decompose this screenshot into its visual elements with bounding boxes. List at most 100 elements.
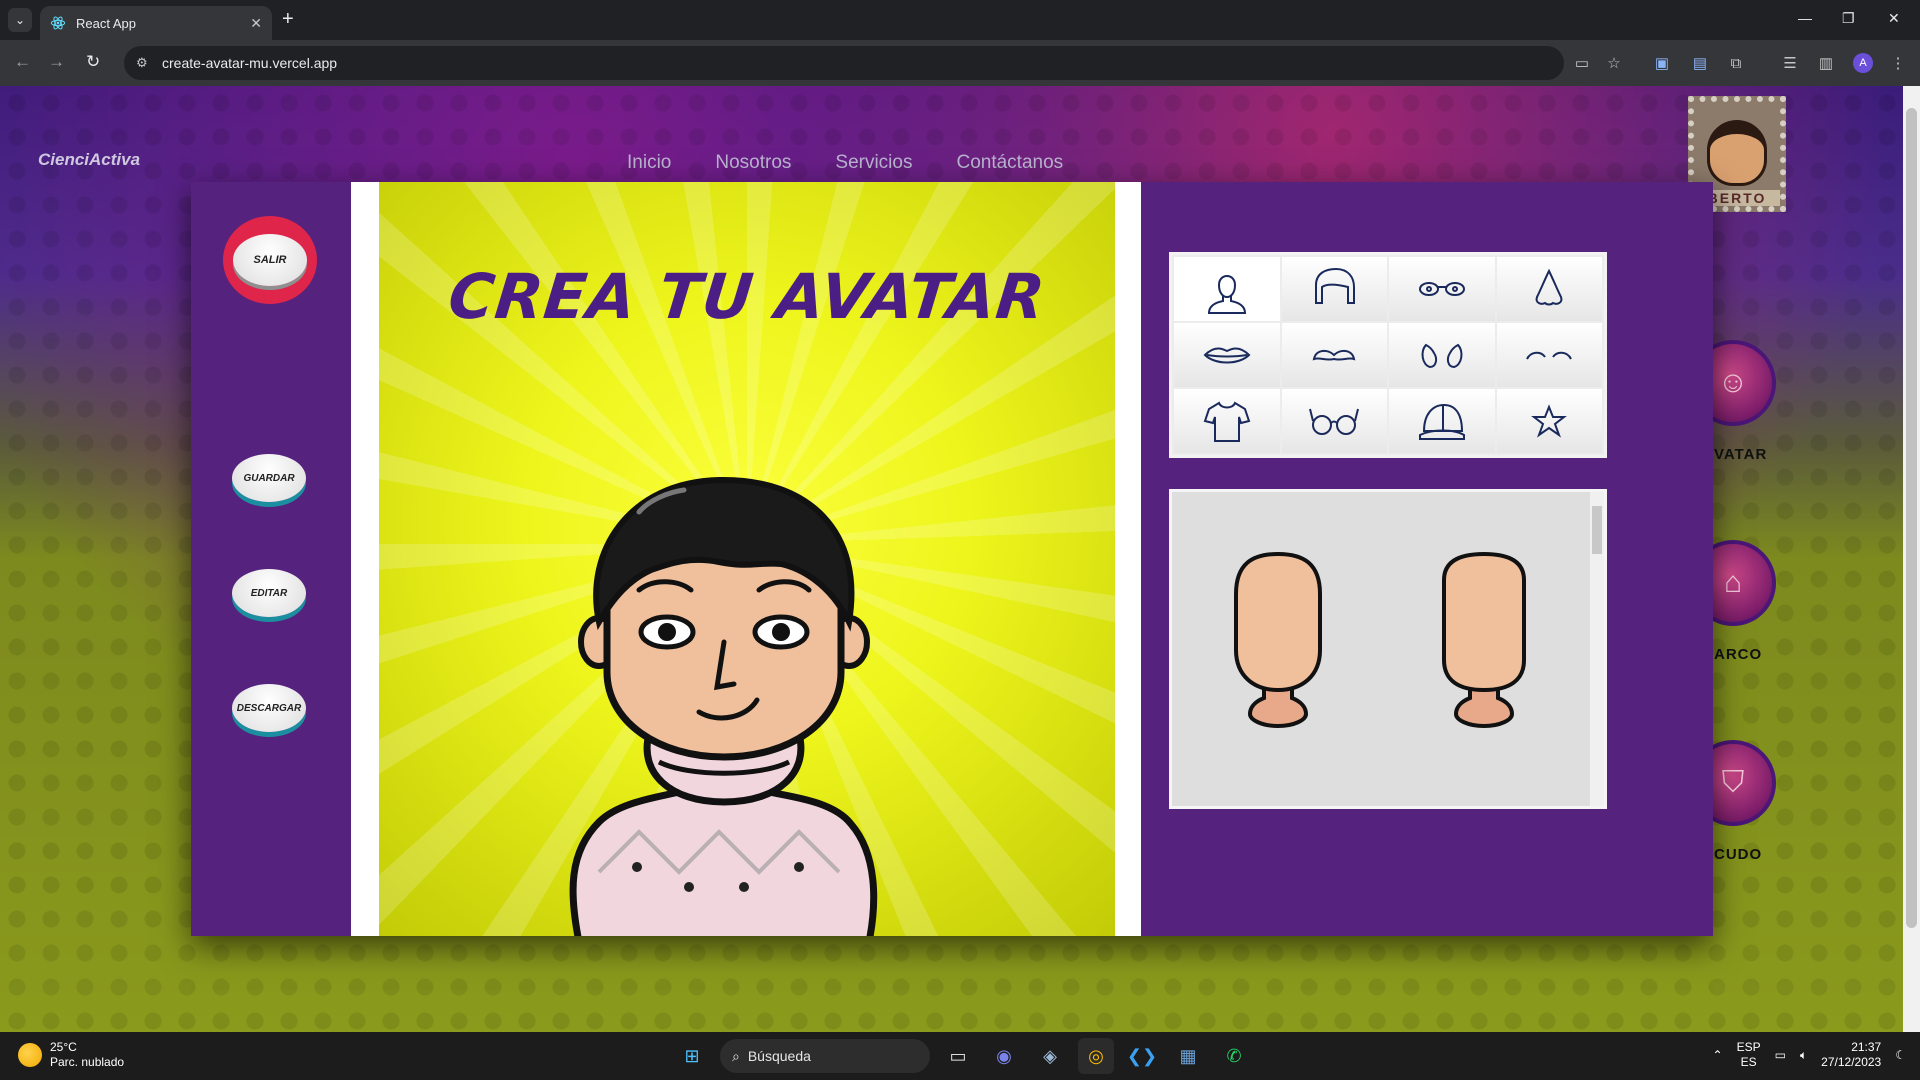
browser-toolbar: ← → ↻ ⚙ create-avatar-mu.vercel.app ▭ ☆ … — [0, 40, 1920, 86]
network-icon[interactable]: ▭ — [1775, 1048, 1786, 1062]
options-scroll-thumb[interactable] — [1592, 506, 1602, 554]
new-tab-button[interactable]: + — [282, 9, 294, 29]
clock-time: 21:37 — [1851, 1040, 1882, 1054]
category-nose[interactable] — [1496, 257, 1602, 321]
category-ears[interactable] — [1389, 323, 1495, 387]
tray-chevron-up-icon[interactable]: ⌃ — [1713, 1048, 1723, 1062]
whatsapp-icon[interactable]: ✆ — [1216, 1038, 1252, 1074]
mouth-icon — [1203, 347, 1251, 364]
category-eyes[interactable] — [1389, 257, 1495, 321]
category-face[interactable] — [1174, 257, 1280, 321]
page-scrollbar[interactable] — [1903, 86, 1920, 1032]
install-app-icon[interactable]: ▭ — [1572, 53, 1592, 73]
chrome-icon[interactable]: ◎ — [1078, 1038, 1114, 1074]
tab-strip: ⌄ React App ✕ + — ❐ ✕ — [0, 0, 1920, 40]
user-icon: ☺ — [1717, 366, 1749, 399]
category-eyebrows[interactable] — [1496, 323, 1602, 387]
translate-extension-icon[interactable]: ▣ — [1652, 53, 1672, 73]
site-info-icon[interactable]: ⚙ — [136, 55, 152, 71]
glasses-icon — [1309, 408, 1360, 435]
minimize-icon[interactable]: — — [1798, 10, 1812, 26]
options-scrollbar[interactable] — [1590, 492, 1604, 806]
avatar-stage: CREA TU AVATAR — [351, 182, 1141, 936]
language-code: ESP — [1736, 1040, 1761, 1054]
browser-tab[interactable]: React App ✕ — [40, 6, 272, 40]
nav-nosotros[interactable]: Nosotros — [715, 152, 791, 174]
face-shape-icon — [1207, 275, 1246, 314]
side-panel-icon[interactable]: ▥ — [1816, 53, 1836, 73]
eyes-icon — [1418, 282, 1465, 296]
volume-icon[interactable]: 🔈︎ — [1800, 1048, 1807, 1063]
guardar-button[interactable]: GUARDAR — [232, 454, 306, 502]
mustache-icon — [1312, 349, 1356, 361]
weather-widget[interactable]: 25°C Parc. nublado — [18, 1040, 124, 1070]
site-logo[interactable]: CienciActiva — [38, 150, 140, 170]
nav-servicios[interactable]: Servicios — [835, 152, 912, 174]
category-cap[interactable] — [1389, 389, 1495, 453]
face-option-oval[interactable] — [1232, 550, 1324, 728]
profile-avatar[interactable]: A — [1853, 53, 1873, 73]
forward-icon[interactable]: → — [48, 52, 65, 72]
weather-description: Parc. nublado — [50, 1055, 125, 1069]
url-text: create-avatar-mu.vercel.app — [162, 55, 338, 71]
back-icon[interactable]: ← — [14, 52, 31, 72]
teams-icon[interactable]: ◉ — [986, 1038, 1022, 1074]
bookmark-star-icon[interactable]: ☆ — [1604, 53, 1624, 73]
category-hair[interactable] — [1281, 257, 1387, 321]
category-shirt[interactable] — [1174, 389, 1280, 453]
editar-button[interactable]: EDITAR — [232, 569, 306, 617]
cap-icon — [1418, 403, 1465, 440]
docs-extension-icon[interactable]: ▤ — [1690, 53, 1710, 73]
browser-menu-icon[interactable]: ⋮ — [1888, 53, 1908, 73]
salir-button[interactable]: SALIR — [223, 216, 317, 304]
avatar-canvas: CREA TU AVATAR — [379, 182, 1115, 936]
system-clock[interactable]: 21:37 27/12/2023 — [1821, 1040, 1881, 1070]
search-icon: ⌕ — [732, 1047, 740, 1064]
descargar-button[interactable]: DESCARGAR — [232, 684, 306, 732]
task-view-icon[interactable]: ▭ — [940, 1038, 976, 1074]
address-bar[interactable]: ⚙ create-avatar-mu.vercel.app — [124, 46, 1564, 80]
category-accessories[interactable] — [1496, 389, 1602, 453]
editor-actions: SALIR GUARDAR EDITAR DESCARGAR — [191, 182, 351, 936]
avatar-editor-modal: SALIR GUARDAR EDITAR DESCARGAR CREA TU A… — [191, 182, 1713, 936]
reading-list-icon[interactable]: ☰ — [1780, 53, 1800, 73]
react-icon — [50, 16, 66, 30]
nav-contactanos[interactable]: Contáctanos — [956, 152, 1063, 174]
page-viewport: CienciActiva Inicio Nosotros Servicios C… — [0, 86, 1903, 1032]
vscode-icon[interactable]: ❮❯ — [1124, 1038, 1160, 1074]
clock-date: 27/12/2023 — [1821, 1055, 1882, 1069]
face-option-square[interactable] — [1438, 550, 1530, 728]
keyboard-layout: ES — [1740, 1055, 1757, 1069]
camera-icon: ⌂ — [1723, 566, 1743, 599]
ears-icon — [1421, 343, 1463, 369]
restore-icon[interactable]: ❐ — [1842, 10, 1855, 27]
windows-taskbar: 25°C Parc. nublado ⊞ ⌕ Búsqueda ▭ ◉ ◈ ◎ … — [0, 1032, 1920, 1080]
extensions-icon[interactable]: ⧉ — [1726, 53, 1746, 73]
frame-action-label: ARCO — [1714, 646, 1763, 663]
window-close-icon[interactable]: ✕ — [1888, 10, 1900, 27]
tab-close-icon[interactable]: ✕ — [250, 15, 262, 32]
category-glasses[interactable] — [1281, 389, 1387, 453]
tab-title: React App — [76, 15, 136, 31]
notifications-icon[interactable]: ☾ — [1895, 1048, 1906, 1062]
page-scroll-thumb[interactable] — [1906, 108, 1917, 928]
tab-search-button[interactable]: ⌄ — [8, 8, 32, 32]
sql-studio-icon[interactable]: ▦ — [1170, 1038, 1206, 1074]
reload-icon[interactable]: ↻ — [86, 52, 100, 72]
star-icon — [1531, 404, 1568, 438]
search-placeholder: Búsqueda — [747, 1048, 811, 1064]
language-indicator[interactable]: ESP ES — [1737, 1040, 1761, 1070]
windows-start-icon[interactable]: ⊞ — [674, 1038, 710, 1074]
partly-cloudy-icon — [18, 1043, 42, 1067]
options-panel[interactable] — [1169, 489, 1607, 809]
category-mouth[interactable] — [1174, 323, 1280, 387]
category-mustache[interactable] — [1281, 323, 1387, 387]
postgres-icon[interactable]: ◈ — [1032, 1038, 1068, 1074]
user-face-icon — [1707, 120, 1767, 186]
weather-temperature: 25°C — [50, 1040, 77, 1054]
taskbar-search[interactable]: ⌕ Búsqueda — [720, 1039, 930, 1073]
shirt-icon — [1203, 401, 1251, 442]
nav-inicio[interactable]: Inicio — [627, 152, 671, 174]
system-tray: ⌃ ESP ES ▭ 🔈︎ 21:37 27/12/2023 ☾ — [1713, 1040, 1906, 1070]
category-grid — [1169, 252, 1607, 458]
